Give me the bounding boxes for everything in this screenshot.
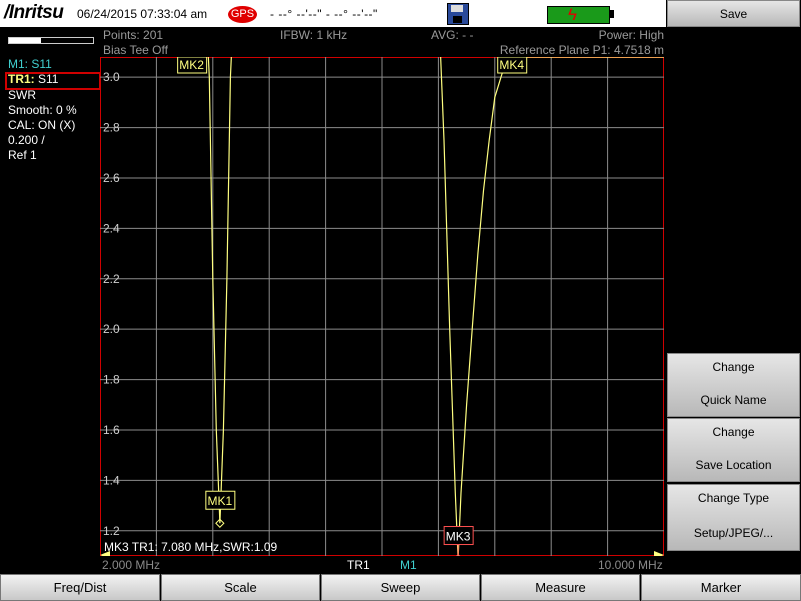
floppy-disk-icon bbox=[447, 3, 469, 25]
change-save-location-line2: Save Location bbox=[695, 458, 772, 472]
cal-label: CAL: ON (X) bbox=[8, 118, 76, 132]
change-save-location-button[interactable]: Change Save Location bbox=[667, 418, 800, 482]
stop-arrow bbox=[654, 551, 664, 556]
marker-button[interactable]: Marker bbox=[641, 574, 801, 601]
battery-tip bbox=[610, 10, 614, 18]
charging-bolt-icon: ϟ bbox=[568, 5, 577, 24]
datetime: 06/24/2015 07:33:04 am bbox=[77, 7, 208, 21]
trace-tr1-prefix: TR1: bbox=[8, 72, 35, 86]
sweep-button[interactable]: Sweep bbox=[321, 574, 480, 601]
ifbw-label: IFBW: 1 kHz bbox=[280, 28, 348, 42]
gps-coordinates: - --° --'--" - --° --'--" bbox=[270, 7, 378, 21]
gps-badge: GPS bbox=[228, 6, 257, 23]
ref-label: Ref 1 bbox=[8, 148, 37, 162]
mk3-label: MK3 bbox=[446, 530, 471, 544]
trace-indicator: TR1 bbox=[347, 558, 370, 572]
trace-tr1[interactable]: TR1: S11 bbox=[8, 72, 58, 86]
measurement-indicator: M1 bbox=[400, 558, 417, 572]
swr-chart[interactable]: 1.2 1.4 1.6 1.8 2.0 2.2 2.4 2.6 2.8 3.0 MK1 MK2 MK3 M… bbox=[100, 57, 664, 556]
battery-icon: ϟ bbox=[547, 5, 610, 24]
measurement-m1[interactable]: M1: S11 bbox=[8, 57, 52, 71]
change-save-location-line1: Change bbox=[712, 425, 755, 439]
scale-button[interactable]: Scale bbox=[161, 574, 320, 601]
change-type-line2: Setup/JPEG/... bbox=[693, 526, 774, 540]
brand-logo: /Inritsu bbox=[4, 2, 64, 23]
y-tick-label: 3.0 bbox=[103, 70, 120, 84]
measure-button[interactable]: Measure bbox=[481, 574, 640, 601]
y-tick-label: 2.6 bbox=[103, 171, 120, 185]
save-button[interactable]: Save bbox=[667, 0, 800, 27]
freq-dist-button[interactable]: Freq/Dist bbox=[0, 574, 160, 601]
smooth-label: Smooth: 0 % bbox=[8, 103, 77, 117]
trace-tr1-value: S11 bbox=[34, 72, 59, 86]
y-tick-label: 2.2 bbox=[103, 272, 120, 286]
change-type-line1: Change Type bbox=[697, 491, 770, 505]
save-button-label: Save bbox=[719, 7, 748, 21]
x-stop-label: 10.000 MHz bbox=[598, 558, 663, 572]
change-type-button[interactable]: Change Type Setup/JPEG/... bbox=[667, 484, 800, 551]
y-tick-label: 1.2 bbox=[103, 524, 120, 538]
y-tick-label: 1.4 bbox=[103, 473, 120, 487]
mk4-label: MK4 bbox=[499, 58, 524, 72]
change-quick-name-line1: Change bbox=[712, 360, 755, 374]
signal-level-bar bbox=[8, 37, 94, 44]
y-tick-label: 2.4 bbox=[103, 221, 120, 235]
y-tick-label: 2.8 bbox=[103, 121, 120, 135]
marker-readout: MK3 TR1: 7.080 MHz,SWR:1.09 bbox=[104, 540, 278, 554]
avg-label: AVG: - - bbox=[431, 28, 474, 42]
bias-tee-label: Bias Tee Off bbox=[103, 43, 168, 57]
y-tick-label: 2.0 bbox=[103, 322, 120, 336]
y-tick-label: 1.6 bbox=[103, 423, 120, 437]
change-quick-name-line2: Quick Name bbox=[700, 393, 767, 407]
change-quick-name-button[interactable]: Change Quick Name bbox=[667, 353, 800, 417]
power-label: Power: High bbox=[598, 28, 664, 42]
scale-label: 0.200 / bbox=[8, 133, 45, 147]
y-tick-label: 1.8 bbox=[103, 373, 120, 387]
mk2-label: MK2 bbox=[179, 58, 204, 72]
x-start-label: 2.000 MHz bbox=[102, 558, 161, 572]
signal-level-fill bbox=[9, 38, 41, 43]
mk1-label: MK1 bbox=[208, 494, 233, 508]
reference-plane-label: Reference Plane P1: 4.7518 m bbox=[499, 43, 664, 57]
status-bar: /Inritsu 06/24/2015 07:33:04 am GPS - --… bbox=[0, 0, 666, 27]
format-label: SWR bbox=[8, 88, 36, 102]
points-label: Points: 201 bbox=[103, 28, 164, 42]
